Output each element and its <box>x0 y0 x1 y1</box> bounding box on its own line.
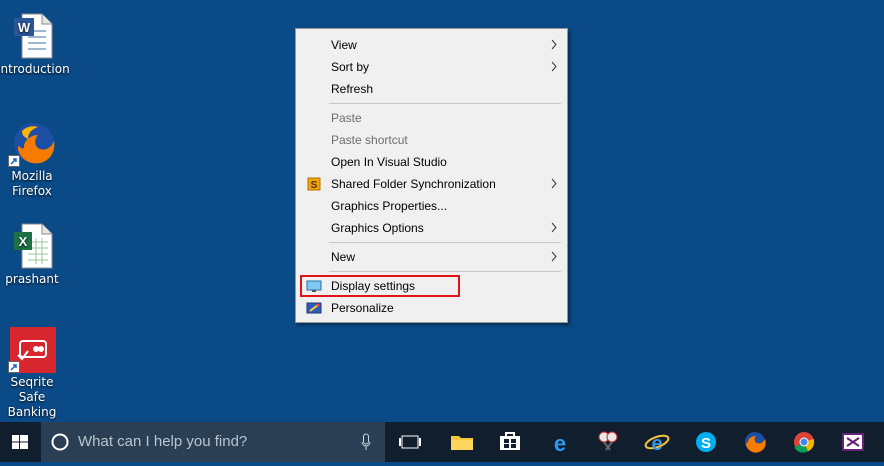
cortana-search-box[interactable]: What can I help you find? <box>41 422 385 462</box>
file-explorer-icon[interactable] <box>448 422 476 462</box>
store-icon[interactable] <box>496 422 524 462</box>
svg-text:S: S <box>701 435 711 452</box>
desktop-icon-mozilla-firefox[interactable]: Mozilla Firefox <box>0 119 67 199</box>
menu-item-shared-folder-synchronization[interactable]: S Shared Folder Synchronization <box>298 173 565 195</box>
chevron-right-icon <box>551 178 557 192</box>
menu-item-label: Personalize <box>331 301 394 315</box>
svg-text:W: W <box>18 20 31 35</box>
menu-item-label: Display settings <box>331 279 416 293</box>
windows-logo-icon <box>12 435 28 449</box>
display-icon <box>306 278 322 294</box>
svg-text:S: S <box>311 180 318 191</box>
menu-item-paste-shortcut: Paste shortcut <box>298 129 565 151</box>
chevron-right-icon <box>551 222 557 236</box>
menu-item-label: View <box>331 38 357 52</box>
menu-item-personalize[interactable]: Personalize <box>298 297 565 319</box>
menu-item-label: Refresh <box>331 82 374 96</box>
menu-item-label: Sort by <box>331 60 370 74</box>
menu-item-sort-by[interactable]: Sort by <box>298 56 565 78</box>
svg-text:e: e <box>554 431 566 456</box>
firefox-icon <box>8 119 56 167</box>
menu-separator <box>329 242 561 243</box>
menu-item-label: New <box>331 250 356 264</box>
menu-item-new[interactable]: New <box>298 246 565 268</box>
internet-explorer-icon[interactable]: e <box>643 422 671 462</box>
personalize-icon <box>306 300 322 316</box>
menu-item-label: Paste <box>331 111 362 125</box>
desktop-icon-label: Mozilla Firefox <box>11 169 53 198</box>
word-document-icon: W <box>8 12 56 60</box>
cortana-icon <box>51 433 69 455</box>
shortcut-arrow-icon <box>8 155 20 167</box>
menu-item-label: Graphics Options <box>331 221 424 235</box>
shortcut-arrow-icon <box>8 361 20 373</box>
desktop-icon-prashant[interactable]: X prashant <box>0 222 67 287</box>
menu-item-label: Paste shortcut <box>331 133 408 147</box>
taskbar: What can I help you find? e e S <box>0 422 884 462</box>
skype-icon[interactable]: S <box>692 422 720 462</box>
desktop: W Introduction Mozilla Firefox X prashan… <box>0 0 884 422</box>
menu-item-label: Shared Folder Synchronization <box>331 177 496 191</box>
edge-icon[interactable]: e <box>546 422 574 462</box>
desktop-icon-label: Introduction <box>0 62 70 76</box>
menu-item-label: Open In Visual Studio <box>331 155 447 169</box>
svg-text:e: e <box>651 433 662 455</box>
desktop-context-menu: View Sort by Refresh Paste Paste shortcu… <box>295 28 568 323</box>
chevron-right-icon <box>551 251 557 265</box>
task-view-icon[interactable] <box>396 422 424 462</box>
seqrite-icon <box>8 325 56 373</box>
chevron-right-icon <box>551 39 557 53</box>
desktop-icon-label: Seqrite Safe Banking <box>7 375 57 419</box>
snipping-tool-icon[interactable] <box>594 422 622 462</box>
svg-text:X: X <box>19 234 28 249</box>
menu-separator <box>329 103 561 104</box>
menu-item-refresh[interactable]: Refresh <box>298 78 565 100</box>
start-button[interactable] <box>0 422 40 462</box>
chrome-icon[interactable] <box>790 422 818 462</box>
menu-item-graphics-properties[interactable]: Graphics Properties... <box>298 195 565 217</box>
desktop-icon-introduction[interactable]: W Introduction <box>0 12 70 77</box>
sync-folder-icon: S <box>306 176 322 192</box>
menu-item-graphics-options[interactable]: Graphics Options <box>298 217 565 239</box>
desktop-icon-seqrite-safe-banking[interactable]: Seqrite Safe Banking <box>0 325 67 420</box>
menu-item-paste: Paste <box>298 107 565 129</box>
firefox-icon[interactable] <box>741 422 769 462</box>
desktop-icon-label: prashant <box>5 272 59 286</box>
menu-item-open-in-visual-studio[interactable]: Open In Visual Studio <box>298 151 565 173</box>
chevron-right-icon <box>551 61 557 75</box>
menu-item-label: Graphics Properties... <box>331 199 448 213</box>
search-placeholder: What can I help you find? <box>78 433 248 450</box>
menu-item-display-settings[interactable]: Display settings <box>298 275 565 297</box>
menu-separator <box>329 271 561 272</box>
microphone-icon[interactable] <box>361 433 371 455</box>
excel-document-icon: X <box>8 222 56 270</box>
visual-studio-icon[interactable] <box>839 422 867 462</box>
menu-item-view[interactable]: View <box>298 34 565 56</box>
